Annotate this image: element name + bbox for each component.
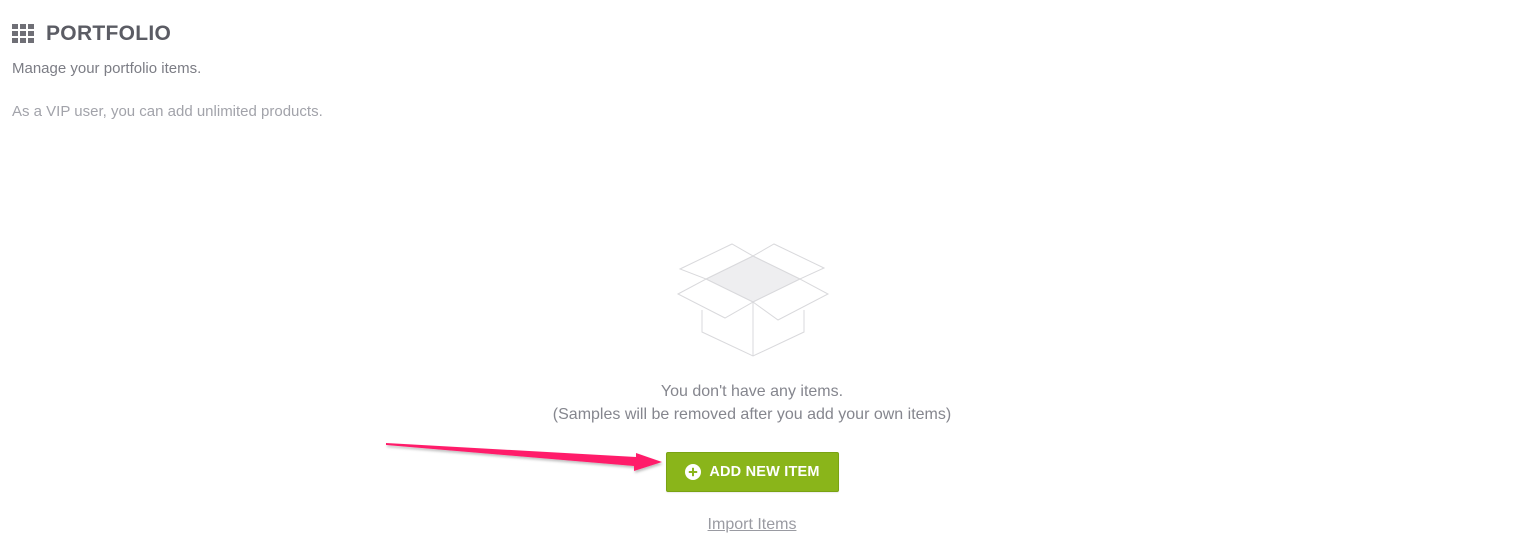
samples-note: (Samples will be removed after you add y… — [552, 406, 952, 423]
pointer-arrow — [386, 443, 662, 471]
portfolio-page: PORTFOLIO Manage your portfolio items. A… — [0, 0, 1524, 556]
vip-note: As a VIP user, you can add unlimited pro… — [12, 103, 323, 120]
page-subtitle: Manage your portfolio items. — [12, 60, 202, 77]
add-new-item-label: ADD NEW ITEM — [709, 464, 820, 480]
empty-message: You don't have any items. — [660, 383, 844, 400]
page-header: PORTFOLIO — [12, 22, 171, 46]
empty-box-icon — [676, 243, 830, 357]
page-title: PORTFOLIO — [46, 22, 172, 45]
import-items-link[interactable]: Import Items — [0, 516, 1504, 534]
grid-icon — [12, 24, 35, 44]
plus-circle-icon — [685, 464, 702, 480]
add-new-item-button[interactable]: ADD NEW ITEM — [666, 452, 839, 492]
